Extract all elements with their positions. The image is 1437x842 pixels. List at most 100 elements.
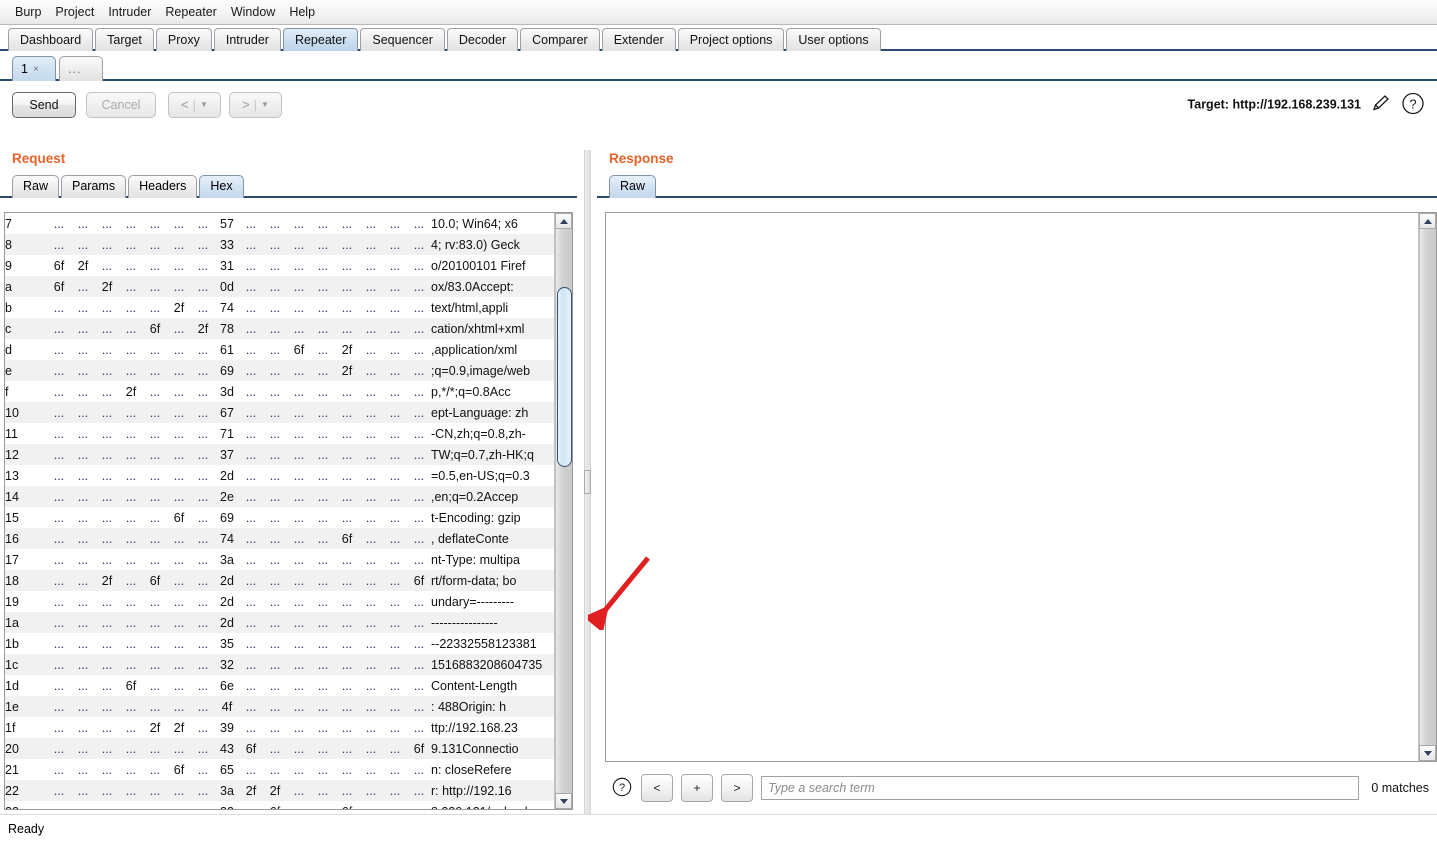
hex-byte-cell[interactable]: ... (191, 339, 215, 360)
hex-byte-cell[interactable]: ... (383, 465, 407, 486)
splitter-grip[interactable] (584, 470, 591, 494)
hex-byte-cell[interactable]: ... (239, 402, 263, 423)
hex-byte-cell[interactable]: ... (119, 213, 143, 234)
hex-byte-cell[interactable]: ... (311, 486, 335, 507)
hex-byte-cell[interactable]: ... (359, 339, 383, 360)
tab-intruder[interactable]: Intruder (213, 28, 281, 51)
hex-byte-cell[interactable]: ... (263, 381, 287, 402)
hex-byte-cell[interactable]: ... (167, 633, 191, 654)
hex-byte-cell[interactable]: ... (335, 465, 359, 486)
hex-byte-cell[interactable]: ... (311, 318, 335, 339)
hex-byte-cell[interactable]: ... (335, 570, 359, 591)
hex-byte-cell[interactable]: ... (95, 318, 119, 339)
hex-byte-cell[interactable]: 6f (239, 738, 263, 759)
hex-byte-cell[interactable]: ... (119, 276, 143, 297)
hex-byte-cell[interactable]: ... (263, 213, 287, 234)
hex-byte-cell[interactable]: ... (335, 633, 359, 654)
hex-byte-cell[interactable]: ... (167, 738, 191, 759)
hex-byte-cell[interactable]: ... (71, 591, 95, 612)
hex-byte-cell[interactable]: ... (383, 507, 407, 528)
hex-byte-cell[interactable]: ... (47, 381, 71, 402)
hex-byte-cell[interactable]: ... (47, 297, 71, 318)
hex-byte-cell[interactable]: ... (239, 801, 263, 810)
tab-decoder[interactable]: Decoder (446, 28, 519, 51)
tab-project-options[interactable]: Project options (677, 28, 785, 51)
menu-item-burp[interactable]: Burp (8, 3, 48, 21)
hex-byte-cell[interactable]: ... (119, 633, 143, 654)
scroll-track[interactable] (555, 229, 572, 793)
scroll-up-arrow-icon[interactable] (555, 213, 572, 229)
hex-byte-cell[interactable]: 2d (215, 570, 239, 591)
tab-dashboard[interactable]: Dashboard (8, 28, 94, 51)
hex-byte-cell[interactable]: ... (359, 444, 383, 465)
hex-byte-cell[interactable]: ... (263, 738, 287, 759)
hex-byte-cell[interactable]: ... (335, 318, 359, 339)
hex-byte-cell[interactable]: ... (167, 402, 191, 423)
hex-byte-cell[interactable]: 6f (335, 528, 359, 549)
hex-ascii-text[interactable]: rt/form-data; bo (431, 570, 555, 591)
hex-byte-cell[interactable]: ... (47, 759, 71, 780)
hex-ascii-text[interactable]: ox/83.0Accept: (431, 276, 555, 297)
hex-byte-cell[interactable]: ... (359, 738, 383, 759)
hex-byte-cell[interactable]: ... (383, 654, 407, 675)
hex-byte-cell[interactable]: ... (191, 444, 215, 465)
hex-byte-cell[interactable]: ... (167, 339, 191, 360)
hex-byte-cell[interactable]: ... (263, 507, 287, 528)
hex-byte-cell[interactable]: ... (311, 444, 335, 465)
search-help-icon[interactable]: ? (611, 776, 633, 801)
hex-row[interactable]: 10..................... 67...............… (5, 402, 555, 423)
hex-byte-cell[interactable]: ... (167, 486, 191, 507)
hex-byte-cell[interactable]: ... (239, 675, 263, 696)
hex-byte-cell[interactable]: ... (143, 654, 167, 675)
hex-byte-cell[interactable]: ... (335, 423, 359, 444)
hex-byte-cell[interactable]: ... (359, 801, 383, 810)
hex-byte-cell[interactable]: ... (47, 675, 71, 696)
hex-byte-cell[interactable]: ... (191, 465, 215, 486)
hex-byte-cell[interactable]: ... (359, 612, 383, 633)
hex-byte-cell[interactable]: ... (95, 507, 119, 528)
hex-byte-cell[interactable]: ... (287, 801, 311, 810)
hex-byte-cell[interactable]: ... (383, 297, 407, 318)
hex-byte-cell[interactable]: ... (167, 528, 191, 549)
hex-byte-cell[interactable]: 2f (71, 255, 95, 276)
hex-ascii-text[interactable]: -CN,zh;q=0.8,zh- (431, 423, 555, 444)
hex-byte-cell[interactable]: ... (359, 486, 383, 507)
hex-byte-cell[interactable]: ... (383, 213, 407, 234)
hex-byte-cell[interactable]: ... (95, 486, 119, 507)
hex-row[interactable]: a 6f... 2f............ 0d..................… (5, 276, 555, 297)
hex-byte-cell[interactable]: ... (311, 234, 335, 255)
hex-row[interactable]: b............... 2f... 74.................… (5, 297, 555, 318)
hex-byte-cell[interactable]: ... (383, 423, 407, 444)
tab-user-options[interactable]: User options (786, 28, 881, 51)
hex-byte-cell[interactable]: ... (95, 696, 119, 717)
hex-byte-cell[interactable]: 2d (215, 465, 239, 486)
hex-byte-cell[interactable]: 6f (167, 507, 191, 528)
hex-byte-cell[interactable]: ... (335, 381, 359, 402)
hex-byte-cell[interactable]: ... (287, 213, 311, 234)
hex-byte-cell[interactable]: ... (359, 696, 383, 717)
hex-byte-cell[interactable]: ... (263, 612, 287, 633)
go-back-button[interactable]: < | ▼ (168, 91, 221, 118)
hex-byte-cell[interactable]: ... (383, 549, 407, 570)
hex-byte-cell[interactable]: ... (119, 801, 143, 810)
hex-byte-cell[interactable]: ... (143, 675, 167, 696)
hex-byte-cell[interactable]: ... (287, 402, 311, 423)
hex-byte-cell[interactable]: 6f (287, 339, 311, 360)
hex-byte-cell[interactable]: ... (95, 780, 119, 801)
hex-row[interactable]: 1b..................... 35...............… (5, 633, 555, 654)
hex-byte-cell[interactable]: ... (47, 465, 71, 486)
hex-byte-cell[interactable]: 65 (215, 759, 239, 780)
hex-byte-cell[interactable]: ... (383, 591, 407, 612)
hex-byte-cell[interactable]: ... (71, 297, 95, 318)
hex-byte-cell[interactable]: ... (359, 675, 383, 696)
hex-byte-cell[interactable]: ... (191, 507, 215, 528)
hex-byte-cell[interactable]: ... (407, 591, 431, 612)
hex-byte-cell[interactable]: ... (167, 696, 191, 717)
hex-ascii-text[interactable]: text/html,appli (431, 297, 555, 318)
hex-byte-cell[interactable]: 2f (95, 276, 119, 297)
hex-byte-cell[interactable]: 2e (215, 486, 239, 507)
hex-byte-cell[interactable]: ... (263, 528, 287, 549)
hex-byte-cell[interactable]: ... (167, 801, 191, 810)
hex-byte-cell[interactable]: ... (311, 675, 335, 696)
hex-byte-cell[interactable]: ... (407, 780, 431, 801)
